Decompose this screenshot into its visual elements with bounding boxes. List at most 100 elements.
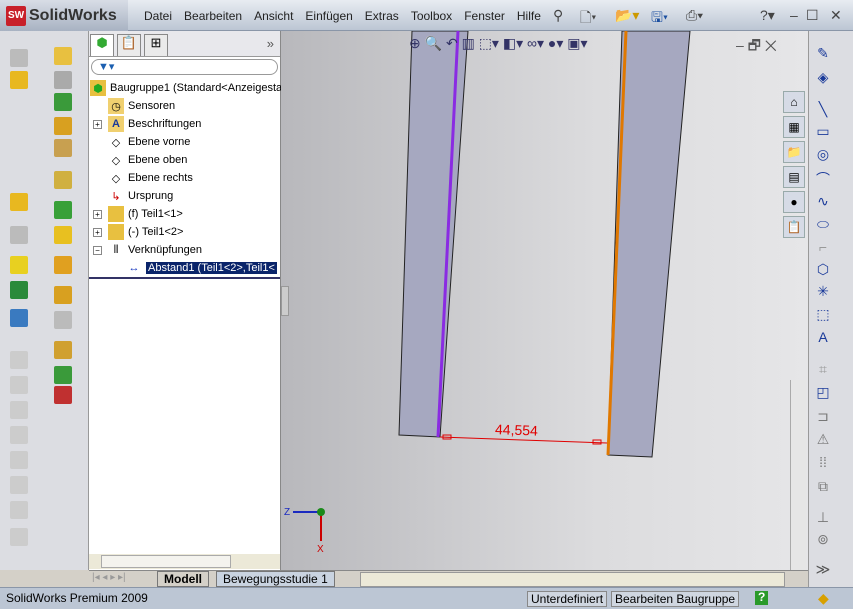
doc-close-button[interactable]: ✕ (765, 37, 777, 53)
tree-root[interactable]: Baugruppe1 (Standard<Anzeigesta (110, 82, 282, 94)
line-icon[interactable]: ╲ (813, 101, 833, 119)
centerline-icon[interactable]: ⬚ (813, 306, 833, 324)
menu-hilfe[interactable]: Hilfe (511, 9, 547, 23)
display-style-icon[interactable]: ◧▾ (503, 35, 523, 51)
mass-props-icon[interactable] (54, 311, 72, 329)
interference-icon[interactable] (10, 281, 28, 299)
menu-datei[interactable]: Datei (138, 9, 178, 23)
circle-icon[interactable]: ◎ (813, 146, 833, 164)
menu-ansicht[interactable]: Ansicht (248, 9, 299, 23)
pin-icon[interactable]: ⚲ (553, 7, 563, 24)
tool-icon-4[interactable] (10, 426, 28, 444)
zoom-area-icon[interactable]: 🔍 (425, 35, 442, 51)
tool-icon-5[interactable] (10, 451, 28, 469)
tree-item-ursprung[interactable]: Ursprung (128, 190, 173, 202)
expand-icon[interactable]: + (93, 210, 102, 219)
tab-featuremanager[interactable]: ⬢ (90, 34, 114, 56)
beam-part-1[interactable] (398, 31, 469, 438)
panel-collapse-handle[interactable] (281, 286, 289, 316)
new-document-icon[interactable]: 🗋▾ (580, 7, 596, 31)
arc-icon[interactable]: ⌒ (813, 169, 833, 187)
explode-icon[interactable] (10, 256, 28, 274)
vertical-scrollbar[interactable] (790, 380, 806, 570)
menu-toolbox[interactable]: Toolbox (405, 9, 458, 23)
tree-item-ebene-rechts[interactable]: Ebene rechts (128, 172, 193, 184)
text-icon[interactable]: A (813, 329, 833, 347)
convert-icon[interactable]: ◰ (813, 384, 833, 402)
collapse-icon[interactable]: − (93, 246, 102, 255)
measure-icon[interactable] (10, 309, 28, 327)
quick-tips-help-icon[interactable]: ? (755, 591, 769, 605)
menu-einfuegen[interactable]: Einfügen (299, 9, 358, 23)
ellipse-icon[interactable]: ⬭ (813, 216, 833, 234)
tree-item-ebene-vorne[interactable]: Ebene vorne (128, 136, 190, 148)
scene-icon[interactable]: ▣▾ (567, 35, 587, 51)
doc-restore-button[interactable]: 🗗 (748, 37, 761, 53)
design-library-icon[interactable]: ▦ (783, 116, 805, 138)
file-explorer-icon[interactable]: 📁 (783, 141, 805, 163)
smart-fasteners-icon[interactable] (54, 171, 72, 189)
home-icon[interactable]: ⌂ (783, 91, 805, 113)
help-icon[interactable]: ?▾ (760, 7, 775, 24)
maximize-button[interactable]: ☐ (806, 7, 819, 24)
pattern-sketch-icon[interactable]: ⁞⁞ (813, 454, 833, 472)
open-icon[interactable]: 📂▾ (615, 7, 639, 24)
fillet-icon[interactable]: ⌐ (813, 239, 833, 257)
tool-icon-3[interactable] (10, 401, 28, 419)
previous-view-icon[interactable]: ↶ (446, 35, 458, 51)
view-palette-icon[interactable]: ▤ (783, 166, 805, 188)
tree-item-verknuepfungen[interactable]: Verknüpfungen (128, 244, 202, 256)
menu-extras[interactable]: Extras (359, 9, 405, 23)
menu-fenster[interactable]: Fenster (458, 9, 511, 23)
menu-bearbeiten[interactable]: Bearbeiten (178, 9, 248, 23)
section-view-icon[interactable]: ▥ (462, 35, 475, 51)
tree-item-teil1-1[interactable]: (f) Teil1<1> (128, 208, 183, 220)
close-button[interactable]: ✕ (830, 7, 842, 24)
tree-item-beschriftungen[interactable]: Beschriftungen (128, 118, 201, 130)
zoom-to-fit-icon[interactable]: ⊕ (409, 35, 421, 51)
sketch-icon[interactable]: ✎ (813, 45, 833, 63)
mate-icon[interactable] (54, 47, 72, 65)
appearances-icon[interactable]: ● (783, 191, 805, 213)
new-part-icon[interactable] (10, 71, 28, 89)
tab-modell[interactable]: Modell (157, 571, 209, 587)
relations-icon[interactable]: ⊥ (813, 509, 833, 527)
bom-icon[interactable] (54, 286, 72, 304)
tree-item-ebene-oben[interactable]: Ebene oben (128, 154, 187, 166)
point-icon[interactable]: ✳ (813, 283, 833, 301)
tab-configurationmanager[interactable]: ⊞ (144, 34, 168, 56)
minimize-button[interactable]: – (790, 7, 798, 23)
filter-input[interactable]: ▼▾ (91, 59, 278, 75)
tab-navigation-arrows[interactable]: |◂ ◂ ▸ ▸| (92, 572, 126, 583)
offset-icon[interactable]: ⊐ (813, 408, 833, 426)
more-tools-chevron-icon[interactable]: ≫ (813, 561, 833, 579)
tool-icon-2[interactable] (10, 376, 28, 394)
tab-bewegungsstudie[interactable]: Bewegungsstudie 1 (216, 571, 335, 587)
add-component-icon[interactable] (54, 386, 72, 404)
appearance-icon[interactable]: ●▾ (548, 35, 563, 51)
pattern-icon[interactable] (54, 93, 72, 111)
tree-item-teil1-2[interactable]: (-) Teil1<2> (128, 226, 183, 238)
dimension-value[interactable]: 44,554 (495, 421, 539, 438)
beam-part-2[interactable] (607, 31, 691, 458)
print-icon[interactable]: ⎙▾ (686, 7, 703, 24)
custom-properties-icon[interactable]: 📋 (783, 216, 805, 238)
tree-item-sensoren[interactable]: Sensoren (128, 100, 175, 112)
edit-component-icon[interactable] (54, 117, 72, 135)
explode-line-icon[interactable] (54, 256, 72, 274)
large-assembly-icon[interactable] (54, 366, 72, 384)
save-icon[interactable]: 🖫▾ (651, 7, 668, 31)
rectangle-icon[interactable]: ▭ (813, 123, 833, 141)
move-component-icon[interactable] (54, 139, 72, 157)
polygon-icon[interactable]: ⬡ (813, 261, 833, 279)
rollback-bar[interactable] (89, 277, 280, 279)
reference-geometry-icon[interactable] (54, 226, 72, 244)
repair-icon[interactable]: ⊚ (813, 531, 833, 549)
linear-pattern-icon[interactable] (10, 226, 28, 244)
view-orientation-icon[interactable]: ⬚▾ (479, 35, 499, 51)
expand-icon[interactable]: + (93, 120, 102, 129)
mirror-icon[interactable]: ⚠ (813, 431, 833, 449)
trim-icon[interactable]: ⌗ (813, 361, 833, 379)
tree-horizontal-scrollbar[interactable] (89, 554, 280, 569)
filter-icon[interactable]: ▼▾ (98, 61, 114, 73)
